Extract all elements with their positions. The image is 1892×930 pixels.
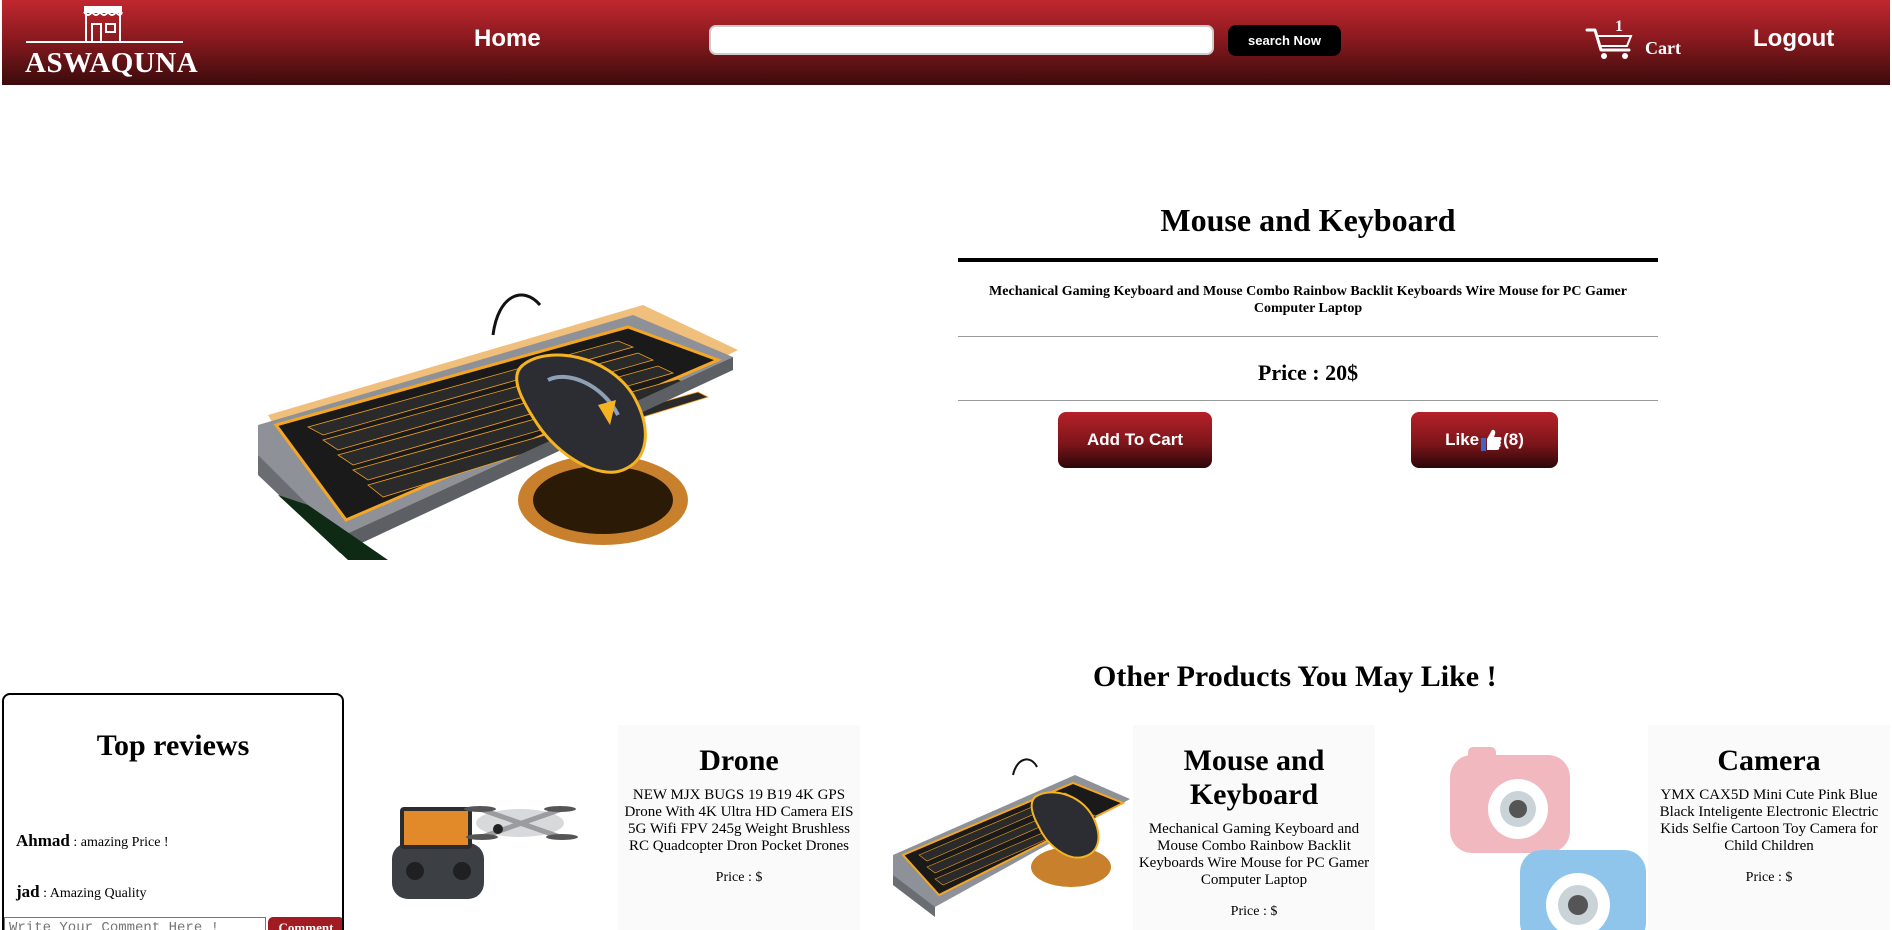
product-card-description: Mechanical Gaming Keyboard and Mouse Com… [1138, 821, 1370, 888]
product-card-drone[interactable]: Drone NEW MJX BUGS 19 B19 4K GPS Drone W… [370, 725, 860, 930]
add-to-cart-button[interactable]: Add To Cart [1058, 412, 1212, 468]
review-author: Ahmad [16, 831, 70, 850]
cart-icon [1585, 28, 1633, 59]
logout-link[interactable]: Logout [1753, 25, 1834, 53]
product-card-body: Mouse and Keyboard Mechanical Gaming Key… [1133, 725, 1375, 930]
other-products-heading: Other Products You May Like ! [1093, 660, 1497, 693]
comment-input[interactable] [4, 917, 266, 930]
product-card-title: Mouse and Keyboard [1183, 744, 1325, 811]
add-to-cart-label: Add To Cart [1086, 430, 1183, 449]
search-button[interactable]: search Now [1228, 25, 1341, 56]
top-reviews-panel: Top reviews Ahmad : amazing Price ! jad … [2, 693, 344, 930]
comment-button[interactable]: Comment [268, 917, 342, 930]
cart-link[interactable]: 1 Cart [1585, 18, 1695, 64]
site-logo[interactable]: ASWAQUNA [22, 4, 199, 80]
like-label: Like [1445, 430, 1480, 449]
product-title: Mouse and Keyboard [1160, 202, 1456, 238]
nav-home-link[interactable]: Home [474, 25, 541, 53]
product-card-description: NEW MJX BUGS 19 B19 4K GPS Drone With 4K… [624, 787, 854, 854]
product-card-price: Price : $ [1745, 870, 1793, 885]
reviews-title: Top reviews [96, 729, 250, 762]
review-text: : amazing Price ! [69, 835, 169, 850]
product-card-body: Drone NEW MJX BUGS 19 B19 4K GPS Drone W… [618, 725, 860, 930]
review-text: : Amazing Quality [39, 886, 147, 901]
search-input[interactable] [709, 25, 1214, 55]
product-card-mouse-keyboard[interactable]: Mouse and Keyboard Mechanical Gaming Key… [885, 725, 1375, 930]
price-divider [958, 400, 1658, 401]
store-logo-icon [26, 6, 183, 43]
review-item: jad : Amazing Quality [16, 882, 147, 902]
product-card-image [885, 725, 1133, 930]
cart-count-badge: 1 [1615, 18, 1623, 35]
logo-text: ASWAQUNA [25, 47, 199, 79]
other-products-list: Drone NEW MJX BUGS 19 B19 4K GPS Drone W… [370, 725, 1890, 930]
product-card-camera[interactable]: Camera YMX CAX5D Mini Cute Pink Blue Bla… [1400, 725, 1890, 930]
like-count: (8) [1503, 430, 1524, 449]
product-detail-panel: Mouse and Keyboard Mechanical Gaming Key… [958, 200, 1658, 401]
product-price: Price : 20$ [1257, 360, 1359, 385]
like-button[interactable]: Like (8) [1411, 412, 1558, 468]
review-item: Ahmad : amazing Price ! [16, 831, 169, 851]
review-author: jad [16, 882, 40, 901]
product-card-title: Drone [699, 744, 779, 777]
product-card-body: Camera YMX CAX5D Mini Cute Pink Blue Bla… [1648, 725, 1890, 930]
product-card-title: Camera [1717, 744, 1821, 777]
product-card-description: YMX CAX5D Mini Cute Pink Blue Black Inte… [1659, 787, 1879, 854]
product-card-price: Price : $ [1230, 904, 1278, 919]
product-card-image [1400, 725, 1648, 930]
thumbs-up-icon [1481, 429, 1502, 451]
cart-label: Cart [1645, 38, 1681, 58]
product-card-image [370, 725, 618, 930]
product-description: Mechanical Gaming Keyboard and Mouse Com… [989, 284, 1627, 316]
product-image [258, 293, 738, 560]
product-card-price: Price : $ [715, 870, 763, 885]
top-navbar: ASWAQUNA Home search Now 1 Cart Logout [2, 0, 1890, 85]
